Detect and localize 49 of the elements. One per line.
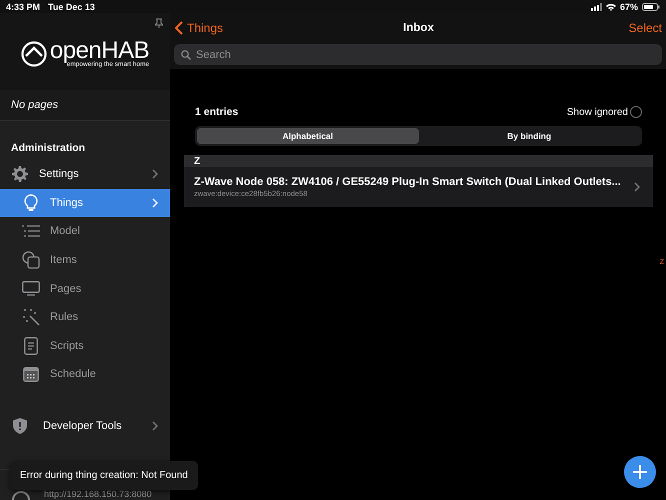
search-icon bbox=[181, 50, 191, 60]
search-field[interactable]: Search bbox=[174, 44, 662, 65]
page-title: Inbox bbox=[403, 22, 434, 34]
pin-icon[interactable] bbox=[155, 18, 163, 28]
entries-count: 1 entries bbox=[195, 106, 240, 118]
chevron-icon bbox=[152, 420, 158, 431]
segment-tab[interactable]: By binding bbox=[418, 128, 640, 144]
plus-icon bbox=[633, 465, 647, 479]
group-letter: Z bbox=[194, 156, 200, 166]
magic-wand-icon bbox=[22, 308, 40, 326]
squares-icon bbox=[22, 251, 40, 270]
calendar-icon bbox=[23, 366, 39, 382]
segment-tab[interactable]: Alphabetical bbox=[197, 128, 418, 144]
lightbulb-icon bbox=[24, 194, 38, 212]
no-pages-text: No pages bbox=[11, 99, 58, 111]
signal-icon bbox=[590, 2, 602, 10]
sidebar-item[interactable]: Settings bbox=[0, 160, 170, 189]
document-icon bbox=[24, 336, 38, 355]
gear-icon bbox=[12, 166, 28, 182]
sidebar-item[interactable]: Schedule bbox=[0, 360, 170, 389]
chevron-icon bbox=[152, 169, 158, 180]
show-ignored-checkbox[interactable] bbox=[630, 106, 642, 118]
back-button[interactable]: Things bbox=[175, 20, 224, 34]
status-time: 4:33 PM bbox=[6, 2, 40, 12]
sidebar-item[interactable]: Developer Tools bbox=[0, 412, 170, 440]
wifi-icon bbox=[606, 2, 616, 10]
sidebar-item[interactable]: Things bbox=[0, 188, 170, 218]
select-button[interactable]: Select bbox=[628, 20, 662, 34]
show-ignored-label: Show ignored bbox=[566, 106, 628, 118]
back-icon bbox=[175, 20, 183, 34]
server-url: http://192.168.150.73:8080 bbox=[44, 489, 152, 499]
thing-title: Z-Wave Node 058: ZW4106 / GE55249 Plug-In Smart Switch (Dual Linked Outlets... bbox=[194, 176, 622, 188]
shield-icon bbox=[13, 418, 27, 434]
logo-text: openHAB bbox=[50, 39, 150, 63]
section-title: Administration bbox=[11, 142, 86, 154]
toast-message: Error during thing creation: Not Found bbox=[10, 461, 198, 490]
sidebar-item[interactable]: Rules bbox=[0, 302, 170, 332]
status-date: Tue Dec 13 bbox=[48, 2, 95, 12]
sidebar-item[interactable]: Scripts bbox=[0, 332, 170, 360]
sidebar-item[interactable]: Model bbox=[0, 217, 170, 246]
chevron-icon bbox=[634, 182, 640, 192]
list-icon bbox=[22, 225, 40, 238]
logo-icon bbox=[20, 40, 47, 66]
battery-percent: 67% bbox=[620, 2, 638, 12]
chevron-icon bbox=[152, 198, 158, 208]
battery-icon bbox=[642, 2, 660, 10]
sidebar-item[interactable]: Pages bbox=[0, 274, 170, 303]
monitor-icon bbox=[22, 281, 40, 296]
sidebar-item[interactable]: Items bbox=[0, 246, 170, 274]
